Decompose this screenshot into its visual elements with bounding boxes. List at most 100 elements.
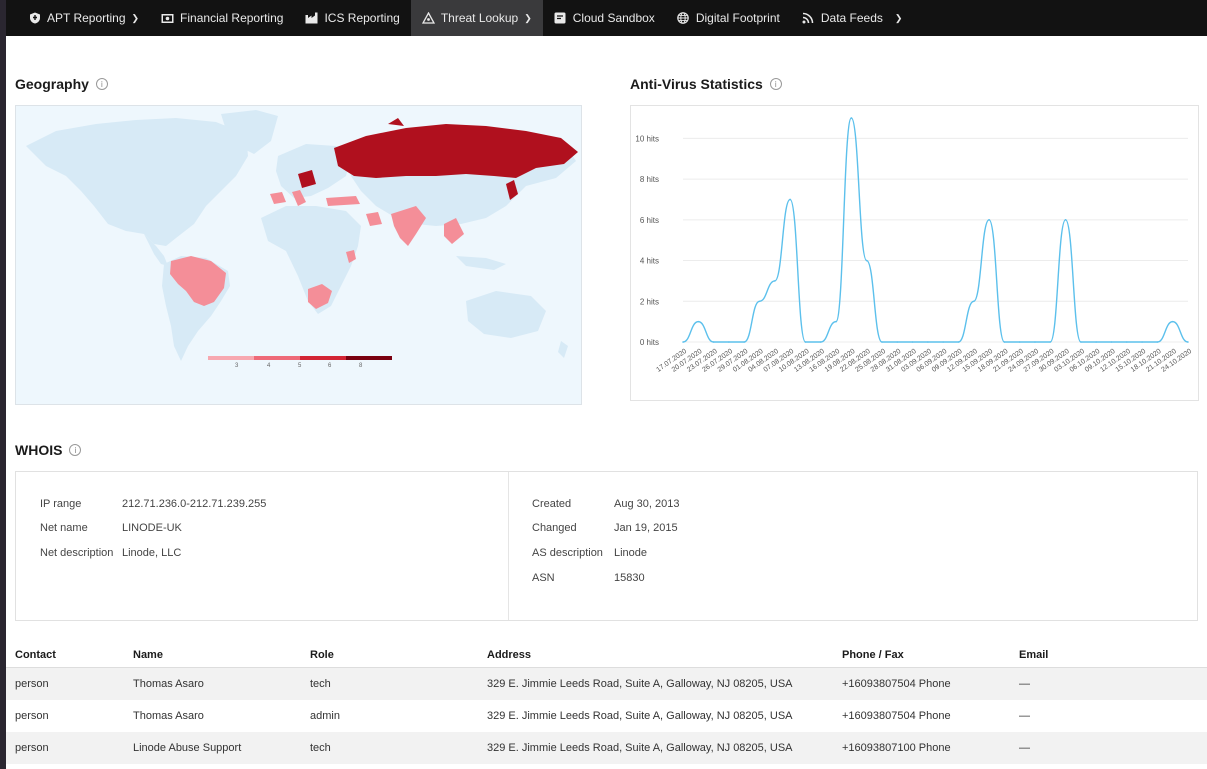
legend-tick: 6	[328, 363, 332, 369]
main-content: Geography i 3 4 5 6 8 Anti-Virus Statist…	[6, 36, 1207, 769]
nav-digital-footprint[interactable]: Digital Footprint	[666, 0, 791, 36]
series-line	[682, 117, 1189, 343]
data-point	[1187, 341, 1189, 343]
data-point	[1064, 219, 1067, 221]
geography-title: Geography i	[15, 76, 108, 92]
nav-label: ICS Reporting	[324, 11, 400, 25]
cell-role: admin	[310, 710, 340, 722]
geography-map[interactable]: 3 4 5 6 8	[15, 105, 582, 405]
cell-phone: +16093807504 Phone	[842, 710, 951, 722]
globe-icon	[677, 12, 690, 25]
cell-contact: person	[15, 710, 49, 722]
cell-contact: person	[15, 678, 49, 690]
country-turkey[interactable]	[326, 196, 360, 206]
data-point	[1110, 341, 1113, 343]
whois-key: Changed	[532, 522, 577, 534]
biohazard-icon	[421, 12, 435, 25]
table-row: person Thomas Asaro admin 329 E. Jimmie …	[6, 700, 1207, 732]
data-point	[1141, 341, 1143, 343]
data-point	[911, 341, 914, 343]
nav-ics-reporting[interactable]: ICS Reporting	[294, 0, 410, 36]
column-header[interactable]: Contact	[15, 649, 56, 661]
whois-key: AS description	[532, 547, 603, 559]
y-tick-label: 0 hits	[640, 338, 659, 347]
cell-role: tech	[310, 742, 331, 754]
legend-tick: 3	[235, 363, 239, 369]
cell-contact: person	[15, 742, 49, 754]
nav-data-feeds[interactable]: Data Feeds ❯	[791, 0, 914, 36]
cell-address: 329 E. Jimmie Leeds Road, Suite A, Gallo…	[487, 710, 793, 722]
column-header[interactable]: Name	[133, 649, 163, 661]
data-point	[988, 219, 990, 221]
data-point	[1095, 341, 1097, 343]
whois-value: Jan 19, 2015	[614, 522, 678, 534]
data-point	[774, 280, 776, 282]
whois-key: IP range	[40, 498, 82, 510]
nav-label: Cloud Sandbox	[572, 11, 655, 25]
country-spain[interactable]	[270, 192, 286, 204]
data-point	[758, 300, 761, 303]
nav-threat-lookup[interactable]: Threat Lookup ❯	[410, 0, 543, 36]
cell-name: Thomas Asaro	[133, 710, 204, 722]
nav-apt-reporting[interactable]: APT Reporting ❯	[6, 0, 150, 36]
info-icon[interactable]: i	[769, 78, 782, 90]
nav-cloud-sandbox[interactable]: Cloud Sandbox	[543, 0, 666, 36]
contacts-table: Contact Name Role Address Phone / Fax Em…	[6, 642, 1207, 764]
nav-label: Digital Footprint	[695, 11, 780, 25]
cell-name: Linode Abuse Support	[133, 742, 242, 754]
cell-email: —	[1019, 710, 1030, 722]
table-row: person Linode Abuse Support tech 329 E. …	[6, 732, 1207, 764]
antivirus-title-text: Anti-Virus Statistics	[630, 76, 763, 92]
whois-value: Aug 30, 2013	[614, 498, 680, 510]
country-iran[interactable]	[366, 212, 382, 226]
data-point	[942, 341, 944, 343]
antivirus-title: Anti-Virus Statistics i	[630, 76, 782, 92]
sandbox-icon	[554, 12, 567, 25]
whois-key: Net description	[40, 547, 114, 559]
nav-label: Data Feeds	[820, 11, 883, 25]
data-point	[682, 341, 684, 343]
y-tick-label: 2 hits	[640, 297, 659, 306]
legend-tick: 8	[359, 363, 363, 369]
legend-tick: 4	[267, 363, 271, 369]
data-point	[835, 320, 837, 323]
nav-label: Threat Lookup	[440, 11, 519, 25]
data-point	[804, 341, 807, 343]
map-legend-labels: 3 4 5 6 8	[16, 363, 581, 375]
whois-key: Net name	[40, 522, 88, 534]
column-header[interactable]: Phone / Fax	[842, 649, 904, 661]
data-point	[1049, 341, 1052, 343]
data-point	[865, 259, 868, 262]
geography-title-text: Geography	[15, 76, 89, 92]
y-tick-label: 10 hits	[635, 134, 659, 143]
data-point	[712, 341, 715, 343]
cell-name: Thomas Asaro	[133, 678, 204, 690]
nav-label: Financial Reporting	[180, 11, 284, 25]
whois-divider	[508, 472, 509, 620]
data-point	[1034, 341, 1036, 343]
column-header[interactable]: Email	[1019, 649, 1048, 661]
whois-value: Linode	[614, 547, 648, 559]
info-icon[interactable]: i	[95, 78, 108, 90]
column-header[interactable]: Address	[487, 649, 531, 661]
whois-value: Linode, LLC	[122, 547, 182, 559]
chevron-down-icon: ❯	[894, 12, 903, 23]
antivirus-chart-svg: 0 hits2 hits4 hits6 hits8 hits10 hits17.…	[635, 117, 1193, 374]
data-point	[728, 341, 730, 343]
whois-panel: IP range 212.71.236.0-212.71.239.255 Net…	[15, 471, 1198, 621]
data-point	[1171, 320, 1174, 323]
data-point	[881, 341, 883, 343]
nav-financial-reporting[interactable]: Financial Reporting	[150, 0, 294, 36]
info-icon[interactable]: i	[69, 444, 82, 456]
cell-email: —	[1019, 678, 1030, 690]
data-point	[927, 341, 929, 343]
world-map	[26, 110, 578, 361]
column-header[interactable]: Role	[310, 649, 334, 661]
whois-title-text: WHOIS	[15, 442, 63, 458]
data-point	[972, 300, 975, 303]
whois-value: 212.71.236.0-212.71.239.255	[122, 498, 267, 510]
whois-value: LINODE-UK	[122, 522, 182, 534]
data-point	[819, 341, 822, 343]
legend-tick: 5	[298, 363, 302, 369]
continent-north-america	[26, 118, 248, 246]
